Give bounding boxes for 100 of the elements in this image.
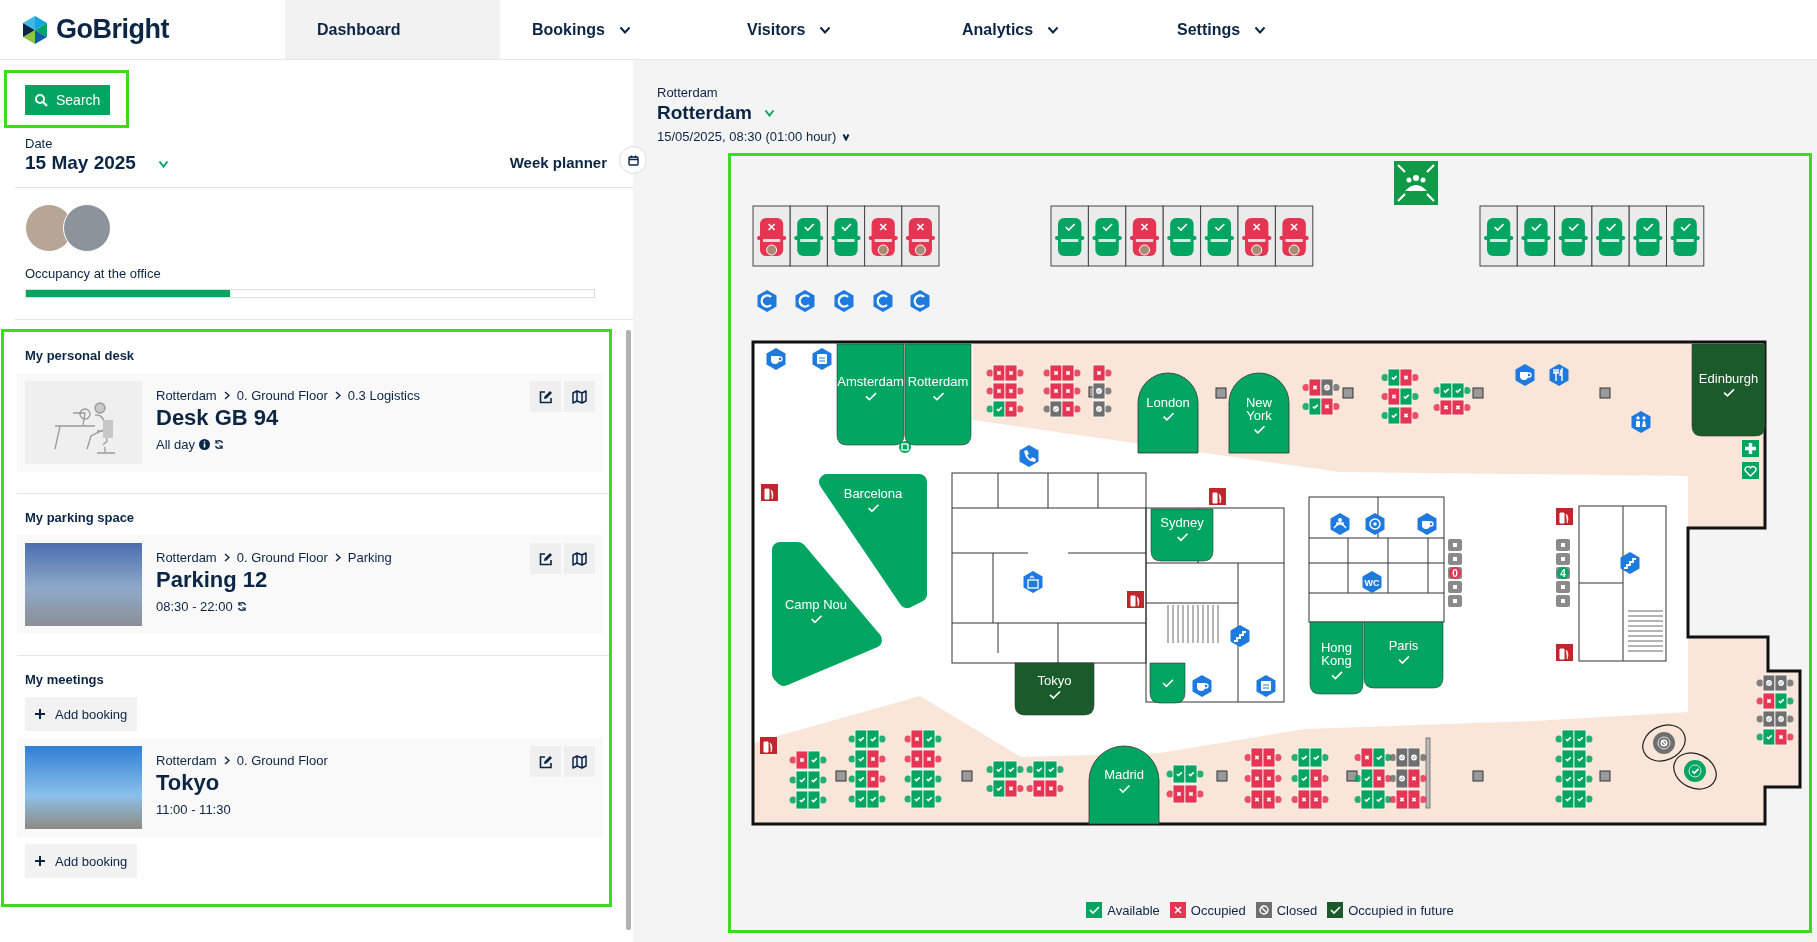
desk[interactable] (1061, 364, 1081, 382)
desk[interactable] (1555, 729, 1575, 749)
desk[interactable] (1262, 747, 1282, 768)
nav-tab[interactable]: Analytics (930, 0, 1145, 59)
parking-spot[interactable] (1162, 205, 1202, 267)
calendar-button[interactable] (619, 146, 647, 174)
round-desk[interactable] (1673, 752, 1717, 790)
scrollbar[interactable] (626, 330, 631, 930)
desk[interactable] (1381, 368, 1401, 387)
desk[interactable] (1061, 382, 1081, 400)
desk[interactable] (1555, 789, 1575, 809)
desk[interactable] (986, 364, 1006, 382)
desk[interactable] (1555, 769, 1575, 789)
breadcrumb-link[interactable]: Rotterdam (156, 753, 217, 768)
desk[interactable] (1004, 382, 1024, 400)
parking-spot[interactable] (1274, 205, 1314, 267)
desk[interactable] (1044, 779, 1064, 798)
desk[interactable] (1092, 400, 1112, 418)
desk[interactable] (866, 729, 886, 749)
desk[interactable] (1184, 764, 1204, 784)
desk[interactable] (1291, 789, 1311, 810)
map-button[interactable] (564, 746, 595, 777)
desk[interactable] (986, 779, 1006, 798)
desk[interactable] (1166, 784, 1186, 804)
desk[interactable] (1399, 368, 1419, 387)
desk[interactable] (1389, 768, 1409, 789)
desk[interactable] (1399, 406, 1419, 425)
desk[interactable] (1291, 747, 1311, 768)
meeting-room[interactable] (1149, 662, 1186, 704)
round-desk[interactable] (1642, 724, 1686, 762)
desk[interactable] (1573, 769, 1593, 789)
breadcrumb-link[interactable]: 0. Ground Floor (236, 388, 328, 403)
desk[interactable] (1774, 710, 1794, 728)
desk[interactable] (1354, 789, 1374, 810)
desk[interactable] (922, 749, 942, 769)
parking-spot[interactable] (1666, 205, 1705, 267)
desk[interactable] (1043, 364, 1063, 382)
desk[interactable] (1433, 399, 1453, 416)
desk[interactable] (1389, 747, 1409, 768)
desk[interactable] (848, 729, 868, 749)
parking-spot[interactable] (864, 205, 903, 267)
desk[interactable] (1372, 789, 1392, 810)
desk[interactable] (1774, 674, 1794, 692)
desk[interactable] (789, 770, 809, 790)
desk[interactable] (922, 769, 942, 789)
desk[interactable] (1244, 789, 1264, 810)
desk[interactable] (1026, 760, 1046, 779)
desk[interactable] (1407, 768, 1427, 789)
desk[interactable] (922, 789, 942, 809)
desk[interactable] (1004, 400, 1024, 418)
desk[interactable] (1573, 749, 1593, 769)
parking-spot[interactable] (1479, 205, 1518, 267)
parking-spot[interactable] (1516, 205, 1556, 267)
desk[interactable] (1372, 747, 1392, 768)
desk[interactable] (1092, 364, 1112, 382)
desk[interactable] (1573, 729, 1593, 749)
parking-spot[interactable] (1125, 205, 1164, 267)
desk[interactable] (1004, 760, 1024, 779)
parking-spot[interactable] (901, 205, 940, 267)
desk[interactable] (1309, 768, 1329, 789)
desk[interactable] (986, 400, 1006, 418)
locker-bank[interactable] (1556, 539, 1570, 607)
breadcrumb-link[interactable]: Parking (347, 550, 392, 565)
desk[interactable] (1407, 747, 1427, 768)
parking-spot[interactable] (1554, 205, 1593, 267)
desk[interactable] (1756, 728, 1776, 746)
breadcrumb-link[interactable]: Rotterdam (156, 550, 217, 565)
desk[interactable] (807, 750, 827, 770)
desk[interactable] (1302, 397, 1322, 416)
desk[interactable] (1043, 382, 1063, 400)
desk[interactable] (1004, 779, 1024, 798)
desk[interactable] (1061, 400, 1081, 418)
desk[interactable] (1433, 382, 1453, 399)
desk[interactable] (986, 382, 1006, 400)
desk[interactable] (904, 749, 924, 769)
desk[interactable] (1262, 768, 1282, 789)
desk[interactable] (1756, 710, 1776, 728)
parking-spot[interactable] (1237, 205, 1276, 267)
desk[interactable] (1451, 382, 1471, 399)
meeting-room[interactable]: Edinburgh (1691, 343, 1766, 437)
desk[interactable] (1774, 692, 1794, 710)
desk[interactable] (904, 789, 924, 809)
parking-spot[interactable] (1628, 205, 1667, 267)
meeting-room[interactable]: Tokyo (1014, 662, 1095, 716)
breadcrumb-link[interactable]: 0. Ground Floor (236, 550, 328, 565)
parking-spot[interactable] (1591, 205, 1630, 267)
desk[interactable] (1372, 768, 1392, 789)
desk[interactable] (1555, 749, 1575, 769)
locker-bank[interactable] (1448, 539, 1462, 607)
desk[interactable] (1262, 789, 1282, 810)
add-booking-button[interactable]: Add booking (25, 844, 138, 878)
edit-button[interactable] (530, 381, 561, 412)
edit-button[interactable] (530, 543, 561, 574)
desk[interactable] (848, 749, 868, 769)
desk[interactable] (807, 790, 827, 810)
desk[interactable] (1244, 768, 1264, 789)
desk[interactable] (866, 769, 886, 789)
desk[interactable] (1092, 382, 1112, 400)
add-booking-button[interactable]: Add booking (25, 697, 138, 731)
breadcrumb-link[interactable]: 0.3 Logistics (347, 388, 420, 403)
